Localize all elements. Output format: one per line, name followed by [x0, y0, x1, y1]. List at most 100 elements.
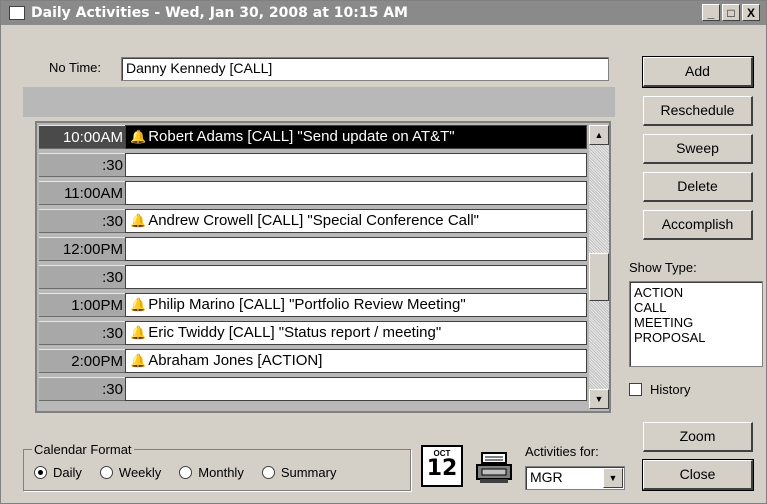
time-slot-label: 11:00AM: [39, 181, 125, 205]
schedule-row[interactable]: 2:00PM 🔔 Abraham Jones [ACTION]: [39, 349, 587, 373]
bell-icon: 🔔: [130, 213, 147, 228]
radio-weekly[interactable]: Weekly: [99, 465, 162, 480]
activity-entry[interactable]: 🔔 Robert Adams [CALL] "Send update on AT&…: [125, 125, 587, 149]
scroll-up-button[interactable]: ▲: [589, 125, 609, 145]
maximize-button[interactable]: □: [722, 4, 740, 21]
accomplish-button[interactable]: Accomplish: [643, 210, 753, 240]
radio-summary[interactable]: Summary: [261, 465, 337, 480]
bell-icon: 🔔: [130, 325, 147, 340]
show-type-list[interactable]: ACTION CALL MEETING PROPOSAL: [629, 281, 763, 367]
time-slot-label: 2:00PM: [39, 349, 125, 373]
no-time-label: No Time:: [49, 60, 102, 75]
title-bar[interactable]: Daily Activities - Wed, Jan 30, 2008 at …: [1, 1, 766, 25]
daily-activities-window: Daily Activities - Wed, Jan 30, 2008 at …: [0, 0, 767, 504]
radio-daily[interactable]: Daily: [34, 465, 82, 480]
activity-entry[interactable]: [125, 265, 587, 289]
activity-entry[interactable]: 🔔 Philip Marino [CALL] "Portfolio Review …: [125, 293, 587, 317]
time-slot-label: :30: [39, 265, 125, 289]
window-icon: [9, 6, 25, 20]
sweep-button[interactable]: Sweep: [643, 134, 753, 164]
radio-summary-dot[interactable]: [261, 466, 275, 479]
time-slot-label: 10:00AM: [39, 125, 125, 149]
calendar-icon-day: 12: [426, 455, 458, 481]
close-window-button[interactable]: X: [742, 4, 760, 21]
activity-entry[interactable]: [125, 153, 587, 177]
sweep-button-label: Sweep: [676, 140, 719, 156]
radio-monthly-label: Monthly: [198, 465, 244, 480]
chevron-down-icon[interactable]: ▼: [603, 468, 623, 488]
activity-text: Robert Adams [CALL] "Send update on AT&T…: [148, 128, 455, 145]
printer-icon[interactable]: [473, 449, 515, 487]
minimize-button[interactable]: _: [702, 4, 720, 21]
reschedule-button[interactable]: Reschedule: [643, 96, 753, 126]
close-button-label: Close: [679, 466, 716, 482]
activity-entry[interactable]: 🔔 Andrew Crowell [CALL] "Special Conferen…: [125, 209, 587, 233]
show-type-option[interactable]: PROPOSAL: [634, 330, 758, 345]
schedule-row[interactable]: :30 🔔 Andrew Crowell [CALL] "Special Conf…: [39, 209, 587, 233]
accomplish-button-label: Accomplish: [661, 216, 734, 232]
schedule-grid: 10:00AM 🔔 Robert Adams [CALL] "Send updat…: [35, 121, 611, 413]
radio-daily-dot[interactable]: [34, 466, 47, 479]
history-checkbox[interactable]: [629, 383, 642, 396]
close-button[interactable]: Close: [642, 459, 754, 491]
radio-monthly-dot[interactable]: [179, 466, 193, 479]
schedule-row[interactable]: :30: [39, 265, 587, 289]
radio-daily-label: Daily: [53, 465, 82, 480]
time-slot-label: 12:00PM: [39, 237, 125, 261]
schedule-row[interactable]: :30 🔔 Eric Twiddy [CALL] "Status report /…: [39, 321, 587, 345]
calendar-format-radios: Daily Weekly Monthly Summary: [34, 465, 336, 480]
activities-for-select[interactable]: MGR ▼: [525, 466, 625, 490]
radio-weekly-dot[interactable]: [99, 466, 113, 479]
zoom-button-label: Zoom: [679, 428, 716, 444]
calendar-format-group: Calendar Format Daily Weekly Monthly Sum…: [23, 442, 411, 491]
schedule-row[interactable]: 10:00AM 🔔 Robert Adams [CALL] "Send updat…: [39, 125, 587, 149]
time-slot-label: :30: [39, 321, 125, 345]
schedule-row[interactable]: :30: [39, 153, 587, 177]
activity-text: Abraham Jones [ACTION]: [148, 352, 323, 369]
time-slot-label: :30: [39, 153, 125, 177]
bell-icon: 🔔: [130, 297, 147, 312]
time-slot-label: 1:00PM: [39, 293, 125, 317]
add-button[interactable]: Add: [642, 56, 754, 88]
printer-icon-svg: [476, 452, 512, 483]
activity-entry[interactable]: 🔔 Eric Twiddy [CALL] "Status report / mee…: [125, 321, 587, 345]
activity-entry[interactable]: [125, 237, 587, 261]
scroll-thumb[interactable]: [589, 253, 609, 301]
header-band: [23, 87, 615, 117]
activity-entry[interactable]: 🔔 Abraham Jones [ACTION]: [125, 349, 587, 373]
schedule-row[interactable]: 1:00PM 🔔 Philip Marino [CALL] "Portfolio …: [39, 293, 587, 317]
radio-summary-label: Summary: [280, 465, 337, 480]
history-label: History: [650, 382, 691, 397]
schedule-row[interactable]: :30: [39, 377, 587, 401]
show-type-option[interactable]: ACTION: [634, 285, 758, 300]
reschedule-button-label: Reschedule: [660, 102, 735, 118]
window-title: Daily Activities - Wed, Jan 30, 2008 at …: [31, 5, 408, 21]
scroll-down-button[interactable]: ▼: [589, 389, 609, 409]
calendar-icon[interactable]: OCT 12: [421, 445, 463, 487]
title-buttons: _ □ X: [702, 4, 760, 21]
activity-text: Andrew Crowell [CALL] "Special Conferenc…: [148, 212, 479, 229]
schedule-row[interactable]: 12:00PM: [39, 237, 587, 261]
show-type-option[interactable]: CALL: [634, 300, 758, 315]
bell-icon: 🔔: [130, 129, 147, 144]
activity-text: Philip Marino [CALL] "Portfolio Review M…: [148, 296, 466, 313]
calendar-format-legend: Calendar Format: [32, 442, 134, 457]
activities-for-value: MGR: [530, 469, 563, 485]
radio-weekly-label: Weekly: [118, 465, 162, 480]
delete-button-label: Delete: [677, 178, 718, 194]
time-slot-label: :30: [39, 209, 125, 233]
add-button-label: Add: [685, 63, 710, 79]
show-type-option[interactable]: MEETING: [634, 315, 758, 330]
history-checkbox-group[interactable]: History: [629, 382, 690, 397]
delete-button[interactable]: Delete: [643, 172, 753, 202]
schedule-scrollbar[interactable]: ▲ ▼: [589, 125, 609, 409]
activity-entry[interactable]: [125, 377, 587, 401]
show-type-label: Show Type:: [629, 260, 697, 275]
time-slot-label: :30: [39, 377, 125, 401]
activity-entry[interactable]: [125, 181, 587, 205]
bell-icon: 🔔: [130, 353, 147, 368]
radio-monthly[interactable]: Monthly: [179, 465, 244, 480]
no-time-field[interactable]: Danny Kennedy [CALL]: [121, 57, 609, 81]
zoom-button[interactable]: Zoom: [643, 422, 753, 452]
schedule-row[interactable]: 11:00AM: [39, 181, 587, 205]
